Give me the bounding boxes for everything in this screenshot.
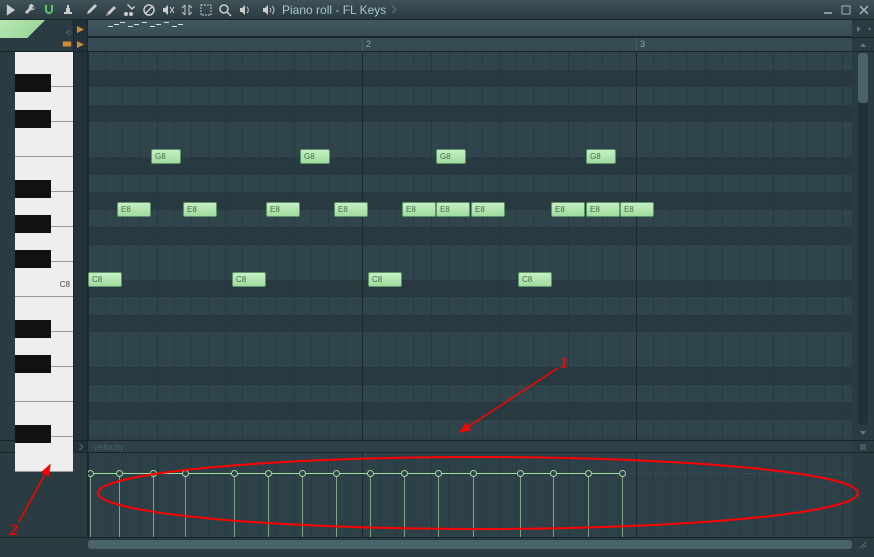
black-key[interactable]	[15, 355, 51, 373]
zoom-icon[interactable]	[216, 1, 234, 19]
control-chevron-icon[interactable]	[74, 441, 88, 452]
black-key[interactable]	[15, 74, 51, 92]
midi-note[interactable]: C8	[518, 272, 552, 287]
velocity-lane[interactable]	[88, 453, 852, 537]
side-strip	[74, 52, 88, 440]
slip-icon[interactable]	[178, 1, 196, 19]
midi-note[interactable]: C8	[368, 272, 402, 287]
midi-note[interactable]: E8	[402, 202, 436, 217]
control-mode-label[interactable]: Velocity	[88, 441, 852, 452]
ruler-row: 23	[0, 38, 874, 52]
pencil-icon[interactable]	[83, 1, 101, 19]
title-text: Piano roll - FL Keys	[282, 3, 386, 17]
hscroll-size[interactable]	[852, 538, 874, 551]
midi-note[interactable]: E8	[471, 202, 505, 217]
midi-note[interactable]: C8	[88, 272, 122, 287]
close-button[interactable]	[856, 2, 872, 18]
ruler-mark: 3	[636, 38, 645, 51]
toolbar: Piano roll - FL Keys	[0, 0, 874, 20]
cut-icon[interactable]	[121, 1, 139, 19]
mute-icon[interactable]	[159, 1, 177, 19]
brush-icon[interactable]	[102, 1, 120, 19]
midi-note[interactable]: E8	[620, 202, 654, 217]
minimap[interactable]	[88, 20, 852, 37]
ruler-mark: 2	[362, 38, 371, 51]
control-body	[0, 453, 874, 537]
horizontal-scrollbar[interactable]	[0, 537, 874, 551]
wrench-icon[interactable]	[21, 1, 39, 19]
vscroll-down[interactable]	[852, 426, 874, 440]
vscroll-thumb[interactable]	[858, 53, 868, 103]
black-key[interactable]	[15, 320, 51, 338]
octave-label: C8	[60, 280, 70, 439]
playhead-strip[interactable]	[74, 20, 88, 38]
channel-select[interactable]	[0, 38, 74, 51]
minimap-row: ⟲ •	[0, 20, 874, 38]
vertical-scrollbar[interactable]	[852, 52, 874, 440]
maximize-button[interactable]	[838, 2, 854, 18]
black-key[interactable]	[15, 425, 51, 443]
black-key[interactable]	[15, 180, 51, 198]
piano-keyboard[interactable]: C8	[0, 52, 74, 440]
play-icon[interactable]	[2, 1, 20, 19]
minimize-button[interactable]	[820, 2, 836, 18]
playback-icon[interactable]	[235, 1, 253, 19]
note-grid[interactable]: G8G8G8G8E8E8E8E8E8E8E8E8E8E8C8C8C8C8	[88, 52, 852, 440]
midi-note[interactable]: E8	[117, 202, 151, 217]
select-icon[interactable]	[197, 1, 215, 19]
black-key[interactable]	[15, 110, 51, 128]
midi-note[interactable]: G8	[151, 149, 181, 164]
minimap-scroll-right[interactable]: •	[852, 20, 874, 37]
ban-icon[interactable]	[140, 1, 158, 19]
midi-note[interactable]: E8	[586, 202, 620, 217]
hscroll-thumb[interactable]	[88, 540, 852, 549]
speaker-icon[interactable]	[259, 1, 277, 19]
ruler-scroll-up[interactable]	[852, 38, 874, 51]
time-ruler[interactable]: 23	[88, 38, 852, 51]
main-area: C8 G8G8G8G8E8E8E8E8E8E8E8E8E8E8C8C8C8C8	[0, 52, 874, 440]
loop-marker[interactable]	[74, 38, 88, 51]
control-header: Control Velocity	[0, 440, 874, 453]
control-right-gutter	[852, 453, 874, 537]
black-key[interactable]	[15, 215, 51, 233]
chevron-right-icon[interactable]	[391, 3, 397, 17]
midi-note[interactable]: E8	[183, 202, 217, 217]
midi-note[interactable]: G8	[436, 149, 466, 164]
midi-note[interactable]: E8	[436, 202, 470, 217]
window-title: Piano roll - FL Keys	[282, 3, 397, 17]
control-options[interactable]	[852, 441, 874, 452]
midi-note[interactable]: G8	[586, 149, 616, 164]
magnet-icon[interactable]	[40, 1, 58, 19]
pattern-corner[interactable]: ⟲	[0, 20, 74, 38]
stamp-icon[interactable]	[59, 1, 77, 19]
black-key[interactable]	[15, 250, 51, 268]
midi-note[interactable]: E8	[334, 202, 368, 217]
midi-note[interactable]: G8	[300, 149, 330, 164]
midi-note[interactable]: E8	[551, 202, 585, 217]
midi-note[interactable]: E8	[266, 202, 300, 217]
midi-note[interactable]: C8	[232, 272, 266, 287]
